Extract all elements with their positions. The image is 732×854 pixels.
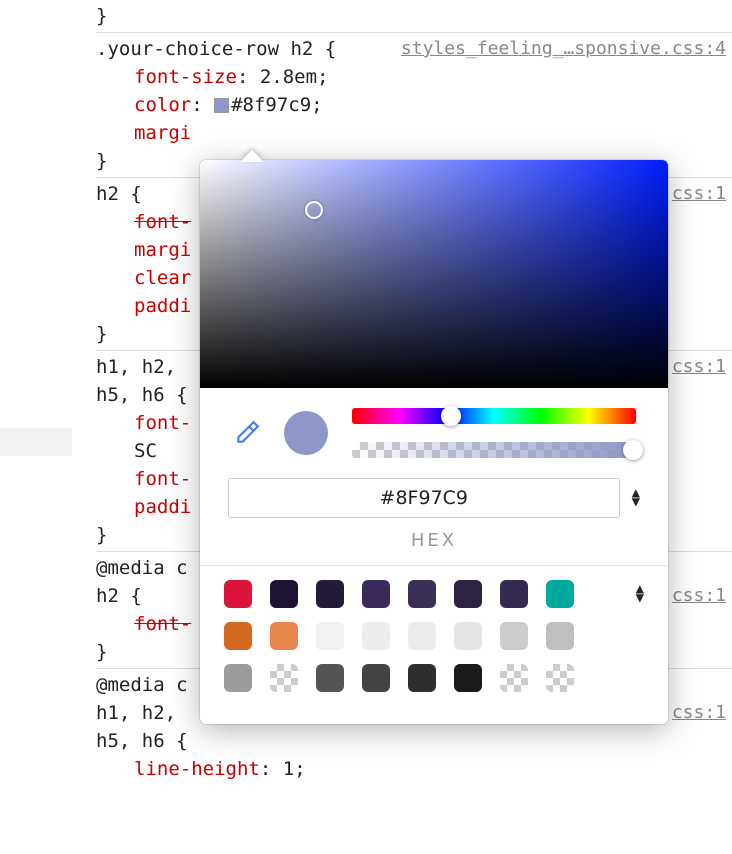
css-property[interactable]: font- [134,468,191,490]
palette-swatch[interactable] [454,664,482,692]
closing-brace: } [96,641,107,663]
alpha-handle[interactable] [623,440,643,460]
css-value[interactable]: 2.8em [260,66,317,88]
palette-swatch[interactable] [500,664,528,692]
palette-swatch[interactable] [270,580,298,608]
palette-swatch[interactable] [270,664,298,692]
source-link[interactable]: css:1 [672,353,726,381]
palette-row: ▲ ▼ [224,580,644,608]
palette-swatch[interactable] [316,622,344,650]
palette-swatch[interactable] [362,664,390,692]
palette-swatch[interactable] [546,580,574,608]
palette-area: ▲ ▼ [200,566,668,724]
palette-swatch[interactable] [316,664,344,692]
source-link[interactable]: css:1 [672,180,726,208]
palette-swatch[interactable] [270,622,298,650]
closing-brace: } [96,524,107,546]
palette-swatch[interactable] [546,664,574,692]
palette-stepper[interactable]: ▲ ▼ [636,585,644,603]
saturation-field[interactable] [200,160,668,388]
palette-swatch[interactable] [408,580,436,608]
closing-brace: } [96,5,107,27]
color-picker-popup: ▲ ▼ HEX ▲ ▼ [200,160,668,724]
palette-swatch[interactable] [454,580,482,608]
mode-stepper[interactable]: ▲ ▼ [632,489,640,507]
palette-swatch[interactable] [408,622,436,650]
css-value[interactable]: SC [134,440,157,462]
picker-controls-row [200,388,668,464]
popup-arrow [240,150,264,162]
palette-swatch[interactable] [224,664,252,692]
chevron-down-icon[interactable]: ▼ [632,498,640,507]
gutter-highlight [0,428,72,456]
palette-swatch[interactable] [500,622,528,650]
palette-swatch[interactable] [454,622,482,650]
eyedropper-icon[interactable] [234,420,260,446]
rule-block[interactable]: styles_feeling_…sponsive.css:4 .your-cho… [96,32,732,177]
css-property-overridden[interactable]: font- [134,613,191,635]
palette-swatch[interactable] [362,580,390,608]
css-property[interactable]: font- [134,412,191,434]
palette-swatch[interactable] [408,664,436,692]
palette-swatch[interactable] [224,622,252,650]
sliders-group [352,408,636,458]
current-color-swatch [284,411,328,455]
palette-swatch[interactable] [546,622,574,650]
value-row: ▲ ▼ [200,464,668,530]
hue-handle[interactable] [441,406,461,426]
palette-row [224,622,644,650]
css-property[interactable]: color [134,94,191,116]
rule-block: } [96,0,732,32]
hex-input[interactable] [228,478,620,518]
mode-label: HEX [200,530,668,565]
css-property[interactable]: clear [134,267,191,289]
css-property-overridden[interactable]: font- [134,211,191,233]
source-link[interactable]: css:1 [672,699,726,727]
css-property[interactable]: margi [134,122,191,144]
selector[interactable]: h5, h6 { [96,727,732,755]
palette-swatch[interactable] [500,580,528,608]
css-property[interactable]: paddi [134,496,191,518]
closing-brace: } [96,150,107,172]
color-swatch[interactable] [214,98,229,113]
saturation-handle[interactable] [305,201,323,219]
palette-row [224,664,644,692]
css-property[interactable]: margi [134,239,191,261]
closing-brace: } [96,323,107,345]
css-value[interactable]: #8f97c9 [231,94,311,116]
palette-swatch[interactable] [224,580,252,608]
palette-swatch[interactable] [316,580,344,608]
chevron-down-icon[interactable]: ▼ [636,594,644,603]
source-link[interactable]: css:1 [672,582,726,610]
palette-swatch[interactable] [362,622,390,650]
source-link[interactable]: styles_feeling_…sponsive.css:4 [401,35,726,63]
hue-slider[interactable] [352,408,636,424]
alpha-slider[interactable] [352,442,636,458]
css-property[interactable]: font-size [134,66,237,88]
css-value[interactable]: 1 [283,758,294,780]
css-property[interactable]: paddi [134,295,191,317]
css-property[interactable]: line-height [134,758,260,780]
